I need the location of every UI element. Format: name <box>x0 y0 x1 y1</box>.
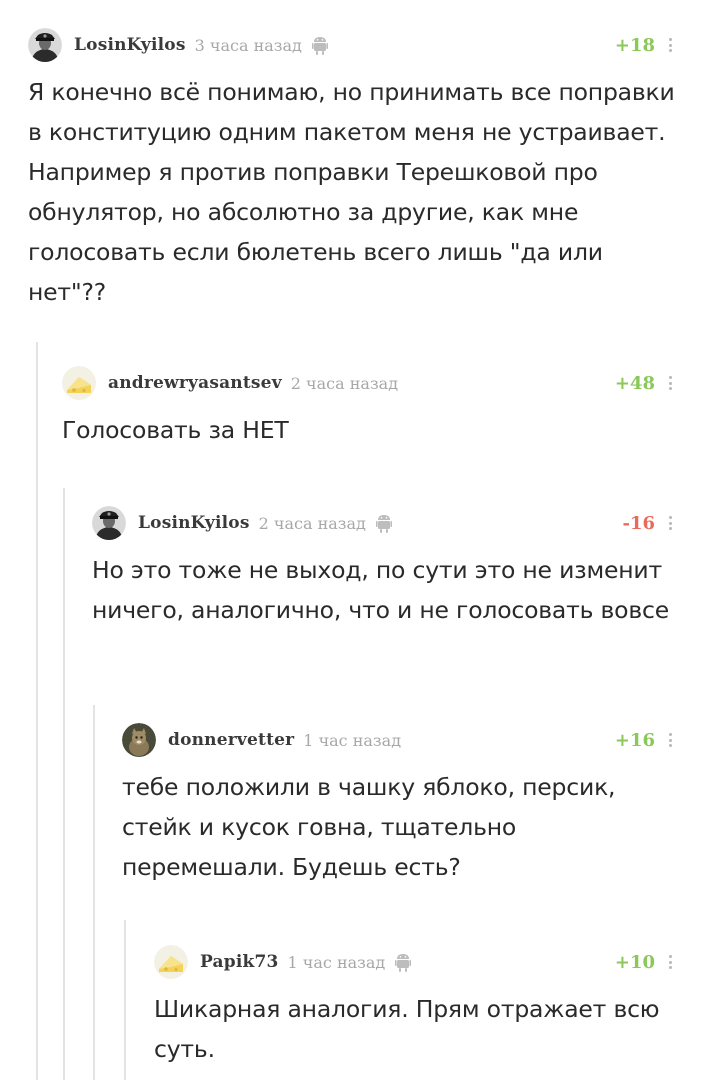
more-options-icon[interactable] <box>665 36 675 54</box>
rating: +10 <box>614 952 655 973</box>
android-icon <box>311 35 328 55</box>
cheese-avatar[interactable] <box>62 366 96 400</box>
comment: andrewryasantsev 2 часа назад +48 Голосо… <box>62 366 677 450</box>
timestamp: 1 час назад <box>303 730 402 750</box>
timestamp: 2 часа назад <box>258 513 366 533</box>
timestamp: 1 час назад <box>287 952 386 972</box>
rating: +18 <box>614 35 655 56</box>
rating: +16 <box>614 730 655 751</box>
comment-header: LosinKyilos 2 часа назад -16 <box>92 506 677 540</box>
comment: LosinKyilos 2 часа назад -16 Но это тоже… <box>92 506 677 630</box>
comment-header: LosinKyilos 3 часа назад +18 <box>28 28 677 62</box>
username[interactable]: andrewryasantsev <box>108 373 282 393</box>
comment-header: Papik73 1 час назад +10 <box>154 945 677 979</box>
username[interactable]: Papik73 <box>200 952 279 972</box>
username[interactable]: LosinKyilos <box>74 35 186 55</box>
rating: -16 <box>622 513 655 534</box>
cheese-avatar[interactable] <box>154 945 188 979</box>
comment-text: Я конечно всё понимаю, но принимать все … <box>28 78 675 306</box>
comment-text: тебе положили в чашку яблоко, персик, ст… <box>122 773 616 881</box>
comment-text: Голосовать за НЕТ <box>62 416 289 444</box>
comment: donnervetter 1 час назад +16 тебе положи… <box>122 723 677 887</box>
comment-header: donnervetter 1 час назад +16 <box>122 723 677 757</box>
more-options-icon[interactable] <box>665 953 675 971</box>
comment-header: andrewryasantsev 2 часа назад +48 <box>62 366 677 400</box>
more-options-icon[interactable] <box>665 514 675 532</box>
timestamp: 2 часа назад <box>290 373 399 393</box>
cat-avatar[interactable] <box>122 723 156 757</box>
thread-line-level-4 <box>124 920 126 1080</box>
soldier-avatar[interactable] <box>28 28 62 62</box>
rating: +48 <box>614 373 655 394</box>
comment-text: Шикарная аналогия. Прям отражает всю сут… <box>154 995 660 1063</box>
more-options-icon[interactable] <box>665 374 675 392</box>
comment-text: Но это тоже не выход, по сути это не изм… <box>92 556 669 624</box>
more-options-icon[interactable] <box>665 731 675 749</box>
username[interactable]: donnervetter <box>168 730 294 750</box>
comment: Papik73 1 час назад +10 Шикарная аналоги… <box>154 945 677 1069</box>
thread-line-level-1 <box>36 342 38 1080</box>
thread-line-level-3 <box>93 705 95 1080</box>
android-icon <box>395 952 412 972</box>
soldier-avatar[interactable] <box>92 506 126 540</box>
comment: LosinKyilos 3 часа назад +18 Я конечно в… <box>28 28 677 312</box>
timestamp: 3 часа назад <box>194 35 302 55</box>
thread-line-level-2 <box>63 488 65 1080</box>
username[interactable]: LosinKyilos <box>138 513 250 533</box>
android-icon <box>375 513 392 533</box>
